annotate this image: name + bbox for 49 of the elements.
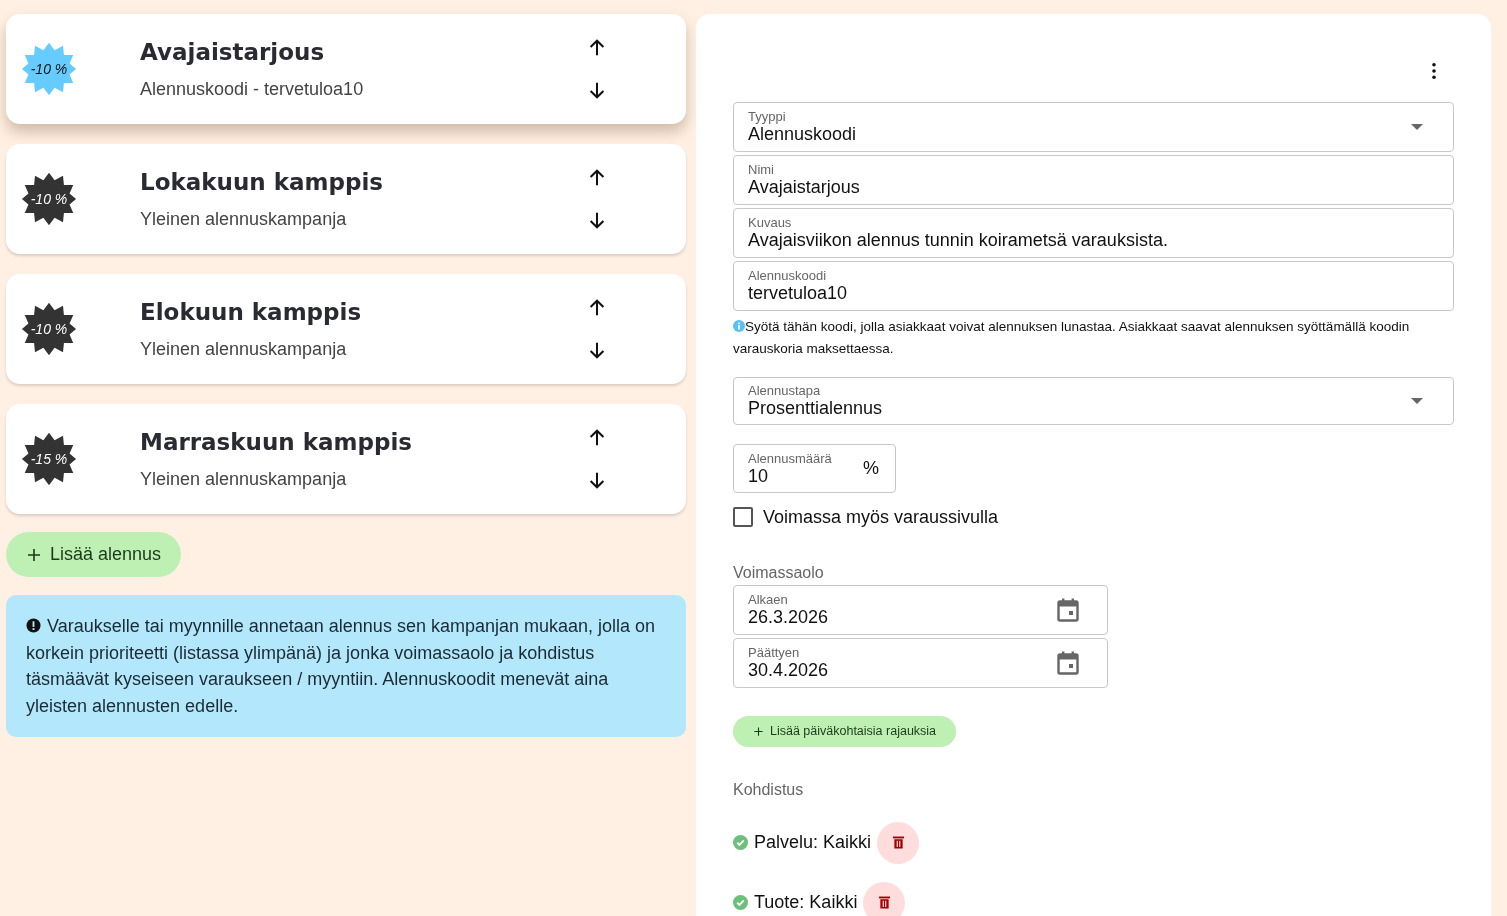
alert-icon [26,618,41,633]
plus-icon [26,546,42,563]
caret-icon [1411,398,1423,405]
campaign-card[interactable]: -15 % Marraskuun kamppis Yleinen alennuskampanja [6,404,686,514]
check-circle-icon [733,835,748,851]
delete-button[interactable] [877,822,920,864]
discount-label: -15 % [30,451,68,467]
section-heading: Voimassaolo [733,563,825,582]
add-day-limits-button[interactable]: Lisää päiväkohtaisia rajauksia [733,715,957,747]
campaign-subtitle: Alennuskoodi - tervetuloa10 [140,78,365,100]
campaign-subtitle: Yleinen alennuskampanja [140,468,348,490]
campaign-title: Elokuun kamppis [140,298,363,325]
caret-icon [1411,123,1423,130]
target-label: Palvelu: Kaikki [754,832,872,854]
delete-button[interactable] [863,882,906,916]
campaign-title: Lokakuun kamppis [140,168,384,195]
input-field[interactable]: Kuvaus Avajaisviikon alennus tunnin koirametsä varauksista. [733,207,1454,258]
discount-label: -10 % [30,191,68,207]
add-discount-button[interactable]: Lisää alennus [6,532,182,577]
date-field[interactable]: Alkaen 26.3.2026 [733,584,1108,635]
trash-icon [878,896,890,910]
discount-label: -10 % [30,61,68,77]
input-field[interactable]: Nimi Avajaistarjous [733,154,1454,205]
campaign-subtitle: Yleinen alennuskampanja [140,208,348,230]
target-label: Tuote: Kaikki [754,892,858,914]
check-circle-icon [733,895,748,911]
help-text: Syötä tähän koodi, jolla asiakkaat voivat alennuksen lunastaa. Asiakkaat saavat alennuksen syöttämällä koodin varauskoria maksettaessa. [733,317,1411,358]
section-heading: Kohdistus [733,781,805,799]
info-icon [733,319,745,332]
discount-label: -10 % [30,321,68,337]
more-menu-icon[interactable] [1431,62,1437,80]
checkbox-label: Voimassa myös varaussivulla [763,506,999,528]
calendar-icon[interactable] [1057,650,1079,675]
plus-icon [753,725,764,737]
trash-icon [892,836,904,850]
checkbox[interactable] [733,507,753,528]
campaign-card[interactable]: -10 % Avajaistarjous Alennuskoodi - tervetuloa10 [6,14,686,124]
campaign-title: Marraskuun kamppis [140,428,413,455]
campaign-subtitle: Yleinen alennuskampanja [140,338,348,360]
campaign-card[interactable]: -10 % Elokuun kamppis Yleinen alennuskampanja [6,274,686,384]
select-field[interactable]: Tyyppi Alennuskoodi [733,101,1454,152]
info-text: Varaukselle tai myynnille annetaan alennus sen kampanjan mukaan, jolla on korkein prioriteetti (listassa ylimpänä) ja jonka voimassaolo ja kohdistus täsmäävät kyseiseen varaukseen / myyntiin. Alennuskoodit menevät aina yleisten alennusten edelle. [26,615,657,718]
input-field[interactable]: Alennusmäärä 10 % [733,444,896,493]
select-field[interactable]: Alennustapa Prosenttialennus [733,376,1454,426]
calendar-icon[interactable] [1057,597,1079,622]
campaign-title: Avajaistarjous [140,38,326,65]
input-field[interactable]: Alennuskoodi tervetuloa10 [733,260,1454,311]
campaign-card[interactable]: -10 % Lokakuun kamppis Yleinen alennuskampanja [6,144,686,254]
date-field[interactable]: Päättyen 30.4.2026 [733,637,1108,688]
